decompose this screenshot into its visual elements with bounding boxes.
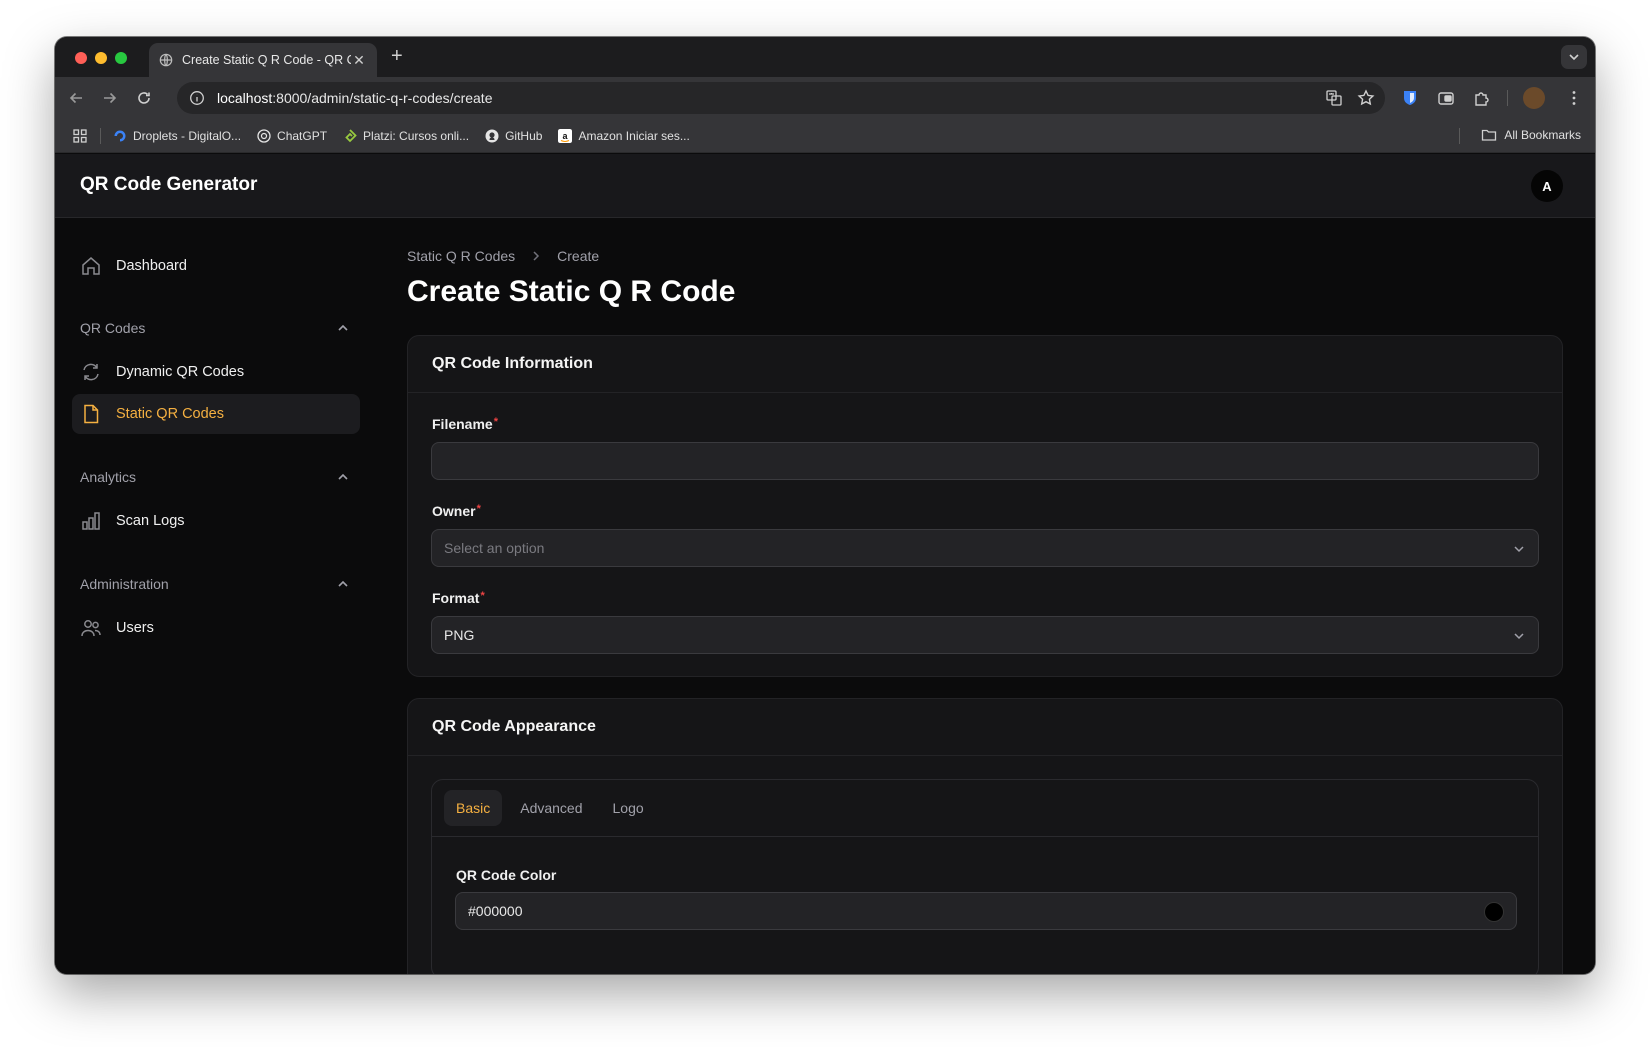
owner-label: Owner* (432, 503, 481, 519)
bookmarks-divider (100, 127, 101, 144)
browser-tab-active[interactable]: Create Static Q R Code - QR Code Generat… (149, 43, 377, 77)
close-window-button[interactable] (75, 52, 87, 64)
qr-information-card: QR Code Information Filename* Owner* Sel… (407, 335, 1563, 677)
sidebar: Dashboard QR Codes Dynamic QR Codes Stat… (55, 218, 405, 974)
browser-window: Create Static Q R Code - QR Code Generat… (55, 37, 1595, 974)
maximize-window-button[interactable] (115, 52, 127, 64)
folder-icon (1482, 129, 1497, 141)
platzi-icon (345, 128, 357, 142)
qr-color-value: #000000 (468, 903, 523, 919)
github-icon (485, 129, 499, 142)
sidebar-item-scan-logs[interactable]: Scan Logs (72, 501, 360, 541)
sidebar-group-administration[interactable]: Administration (80, 576, 350, 592)
close-tab-icon[interactable]: ✕ (351, 52, 367, 69)
owner-placeholder: Select an option (444, 540, 545, 556)
required-mark: * (480, 590, 485, 602)
tab-title: Create Static Q R Code - QR Code Generat… (182, 53, 351, 67)
document-icon (84, 404, 99, 424)
appearance-tabs-panel: Basic Advanced Logo QR Code Color #00000… (431, 779, 1539, 974)
breadcrumb-link-static-q-r-codes[interactable]: Static Q R Codes (407, 248, 515, 264)
all-bookmarks-button[interactable]: All Bookmarks (1481, 128, 1581, 142)
qr-color-input[interactable]: #000000 (455, 892, 1517, 930)
sidebar-item-dashboard[interactable]: Dashboard (72, 246, 360, 286)
home-icon (82, 257, 100, 275)
required-mark: * (493, 416, 498, 428)
address-bar[interactable]: localhost:8000/admin/static-q-r-codes/cr… (177, 82, 1385, 114)
format-select[interactable]: PNG (431, 616, 1539, 654)
chevron-down-icon (1514, 633, 1524, 640)
tab-advanced[interactable]: Advanced (508, 790, 594, 826)
main-content: Static Q R Codes Create Create Static Q … (407, 218, 1595, 974)
bookmark-droplets[interactable]: Droplets - DigitalO... (113, 129, 241, 143)
users-icon (81, 620, 101, 637)
chevron-up-icon[interactable] (336, 470, 350, 484)
filename-label: Filename* (432, 416, 498, 432)
globe-icon (159, 53, 173, 67)
browser-toolbar: localhost:8000/admin/static-q-r-codes/cr… (55, 77, 1595, 119)
forward-icon[interactable] (101, 89, 119, 107)
format-value: PNG (444, 627, 475, 643)
breadcrumb: Static Q R Codes Create (407, 248, 599, 264)
bookmark-platzi[interactable]: Platzi: Cursos onli... (343, 129, 469, 143)
chevron-up-icon[interactable] (336, 321, 350, 335)
apps-grid-icon[interactable] (72, 128, 88, 144)
chevron-down-icon (1514, 546, 1524, 553)
url-text: localhost:8000/admin/static-q-r-codes/cr… (217, 90, 493, 106)
bookmark-chatgpt[interactable]: ChatGPT (257, 129, 327, 143)
chevron-down-icon (1569, 54, 1579, 61)
qr-color-label: QR Code Color (456, 867, 557, 883)
required-mark: * (476, 503, 481, 515)
digitalocean-icon (114, 130, 126, 141)
tab-search-button[interactable] (1561, 45, 1587, 69)
app-brand[interactable]: QR Code Generator (80, 174, 257, 196)
chevron-right-icon (533, 251, 540, 261)
filename-input[interactable] (431, 442, 1539, 480)
bookmarks-divider-right (1459, 128, 1460, 144)
app-root: QR Code Generator A Dashboard QR Codes D… (55, 154, 1595, 974)
tab-logo[interactable]: Logo (601, 790, 656, 826)
minimize-window-button[interactable] (95, 52, 107, 64)
extension-wallet-icon[interactable] (1437, 89, 1455, 107)
color-swatch[interactable] (1484, 902, 1504, 922)
card-title: QR Code Information (408, 336, 1562, 393)
sidebar-group-qr-codes[interactable]: QR Codes (80, 320, 350, 336)
amazon-icon: a (558, 128, 573, 143)
qr-appearance-card: QR Code Appearance Basic Advanced Logo Q… (407, 698, 1563, 974)
chatgpt-icon (257, 128, 271, 143)
tab-strip: Create Static Q R Code - QR Code Generat… (55, 37, 1595, 77)
format-label: Format* (432, 590, 485, 606)
sidebar-item-dynamic-qr-codes[interactable]: Dynamic QR Codes (72, 352, 360, 392)
sidebar-item-users[interactable]: Users (72, 608, 360, 648)
bookmark-github[interactable]: GitHub (485, 129, 542, 143)
app-topbar: QR Code Generator A (55, 154, 1595, 218)
toolbar-divider (1507, 90, 1508, 106)
user-avatar[interactable]: A (1531, 170, 1563, 202)
refresh-icon (83, 363, 99, 381)
bookmarks-bar: Droplets - DigitalO... ChatGPT Platzi: C… (55, 119, 1595, 153)
breadcrumb-current: Create (557, 248, 600, 264)
appearance-tabs: Basic Advanced Logo (432, 780, 1538, 837)
profile-avatar[interactable] (1523, 87, 1545, 109)
sidebar-group-analytics[interactable]: Analytics (80, 469, 350, 485)
site-info-icon[interactable] (189, 90, 205, 106)
card-title: QR Code Appearance (408, 699, 1562, 756)
bitwarden-icon[interactable] (1401, 89, 1419, 107)
extensions-puzzle-icon[interactable] (1473, 89, 1491, 107)
more-menu-icon[interactable] (1565, 89, 1583, 107)
bookmark-star-icon[interactable] (1357, 89, 1375, 107)
reload-icon[interactable] (135, 89, 153, 107)
page-title: Create Static Q R Code (407, 275, 736, 308)
bar-chart-icon (82, 512, 100, 530)
owner-select[interactable]: Select an option (431, 529, 1539, 567)
tab-basic[interactable]: Basic (444, 790, 503, 826)
back-icon[interactable] (67, 89, 85, 107)
new-tab-button[interactable]: + (391, 45, 403, 68)
sidebar-item-static-qr-codes[interactable]: Static QR Codes (72, 394, 360, 434)
bookmark-amazon[interactable]: a Amazon Iniciar ses... (558, 128, 690, 143)
chevron-up-icon[interactable] (336, 577, 350, 591)
translate-icon[interactable] (1325, 89, 1343, 107)
